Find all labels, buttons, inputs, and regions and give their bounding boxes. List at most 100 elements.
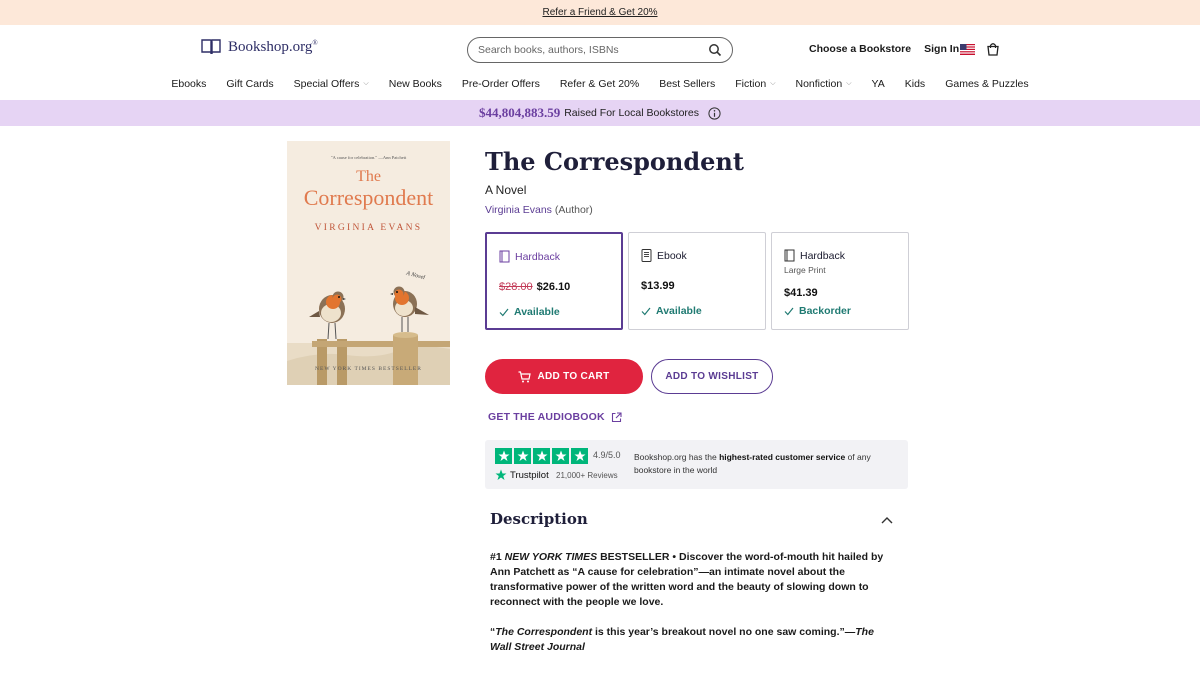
cover-author: VIRGINIA EVANS — [314, 223, 423, 233]
trustpilot-star-icon — [495, 448, 512, 464]
trustpilot-panel: 4.9/5.0 Trustpilot 21,000+ Reviews Books… — [485, 440, 908, 489]
format-option-2[interactable]: Ebook $13.99 Available — [628, 232, 766, 330]
check-icon — [784, 307, 794, 315]
nav-item-fiction[interactable]: Fiction ⌵ — [725, 75, 785, 93]
logo[interactable]: Bookshop.org® — [200, 38, 318, 56]
raised-banner: $44,804,883.59 Raised For Local Bookstor… — [0, 100, 1200, 126]
trustpilot-star-icon — [552, 448, 569, 464]
nav-item-label: Best Sellers — [659, 78, 716, 90]
nav-item-label: Fiction — [735, 78, 767, 90]
trust-text: Bookshop.org has the highest-rated custo… — [634, 452, 871, 475]
nav-item-label: Gift Cards — [226, 78, 274, 90]
promo-bar: Refer a Friend & Get 20% — [0, 0, 1200, 25]
format-availability: Available — [641, 305, 702, 317]
nav-item-label: Ebooks — [171, 78, 207, 90]
header: Bookshop.org® Choose a Bookstore Sign In — [0, 25, 1200, 75]
format-header: Hardback — [499, 250, 560, 263]
header-links: Choose a Bookstore Sign In — [809, 43, 959, 55]
search-input[interactable] — [478, 44, 708, 56]
trustpilot-star-icon — [571, 448, 588, 464]
add-to-wishlist-label: ADD TO WISHLIST — [665, 371, 759, 382]
logo-text: Bookshop.org® — [228, 38, 318, 55]
format-availability: Backorder — [784, 305, 851, 317]
search-box — [467, 37, 733, 63]
book-cover[interactable]: "A cause for celebration." —Ann Patchett… — [287, 141, 450, 385]
trustpilot-label: Trustpilot — [510, 469, 549, 481]
nav-item-special-offers[interactable]: Special Offers ⌵ — [284, 75, 379, 93]
nav-item-label: Kids — [904, 78, 926, 90]
ebook-icon — [641, 249, 652, 262]
nav-item-label: Refer & Get 20% — [559, 78, 640, 90]
format-option-3[interactable]: Hardback Large Print $41.39 Backorder — [771, 232, 909, 330]
format-header: Hardback — [784, 249, 845, 262]
format-header: Ebook — [641, 249, 687, 262]
author-role: (Author) — [554, 204, 593, 216]
format-note: Large Print — [784, 265, 826, 275]
nav-item-kids[interactable]: Kids — [895, 75, 935, 93]
availability-status: Available — [656, 305, 702, 317]
nav-item-new-books[interactable]: New Books — [379, 75, 452, 93]
nav-item-label: Pre-Order Offers — [461, 78, 540, 90]
author-link[interactable]: Virginia Evans — [485, 204, 552, 216]
nav-item-ya[interactable]: YA — [862, 75, 895, 93]
nav-item-gift-cards[interactable]: Gift Cards — [216, 75, 283, 93]
cart-icon — [518, 370, 532, 382]
format-option-1[interactable]: Hardback $28.00 $26.10 Available — [485, 232, 623, 330]
main-nav: Ebooks Gift Cards Special Offers ⌵ New Books… — [0, 75, 1200, 100]
nav-item-ebooks[interactable]: Ebooks — [161, 75, 216, 93]
sale-price: $13.99 — [641, 280, 675, 292]
sale-price: $26.10 — [536, 281, 571, 293]
nav-item-best-sellers[interactable]: Best Sellers — [649, 75, 725, 93]
availability-status: Backorder — [799, 305, 851, 317]
trustpilot-brand: Trustpilot — [495, 469, 549, 481]
format-name: Hardback — [800, 249, 845, 262]
book-icon — [499, 250, 510, 263]
book-title: The Correspondent — [485, 147, 744, 176]
nav-item-label: Games & Puzzles — [945, 78, 1029, 90]
description-paragraph-2: “The Correspondent is this year’s breako… — [490, 626, 874, 653]
nav-item-refer-get-20-[interactable]: Refer & Get 20% — [550, 75, 649, 93]
cover-quote: "A cause for celebration." —Ann Patchett — [330, 155, 407, 160]
trustpilot-star-icon — [495, 469, 507, 480]
format-name: Ebook — [657, 249, 687, 262]
search-icon[interactable] — [708, 43, 722, 57]
nav-item-label: New Books — [388, 78, 442, 90]
format-availability: Available — [499, 306, 560, 318]
shopping-bag-icon[interactable] — [986, 42, 1000, 56]
book-icon — [784, 249, 795, 262]
nav-item-label: Nonfiction — [795, 78, 843, 90]
us-flag-icon[interactable] — [960, 44, 975, 55]
nav-item-nonfiction[interactable]: Nonfiction ⌵ — [786, 75, 862, 93]
cover-title-line1: The — [356, 168, 381, 185]
raised-amount: $44,804,883.59 — [478, 105, 561, 120]
nav-item-pre-order-offers[interactable]: Pre-Order Offers — [452, 75, 550, 93]
list-price: $28.00 — [499, 281, 533, 293]
availability-status: Available — [514, 306, 560, 318]
nav-item-games-puzzles[interactable]: Games & Puzzles — [935, 75, 1038, 93]
nav-item-label: Special Offers — [293, 78, 360, 90]
sign-in-link[interactable]: Sign In — [924, 43, 959, 55]
trustpilot-stars — [495, 448, 588, 464]
check-icon — [641, 307, 651, 315]
nav-item-label: YA — [871, 78, 885, 90]
format-price: $13.99 — [641, 280, 675, 292]
add-to-cart-button[interactable]: ADD TO CART — [485, 359, 643, 394]
sale-price: $41.39 — [784, 287, 818, 299]
chevron-down-icon: ⌵ — [846, 80, 852, 87]
audiobook-label: GET THE AUDIOBOOK — [488, 411, 605, 423]
add-to-wishlist-button[interactable]: ADD TO WISHLIST — [651, 359, 773, 394]
info-icon[interactable] — [708, 106, 721, 120]
cover-title-line2: Correspondent — [303, 185, 434, 210]
raised-text: Raised For Local Bookstores — [564, 107, 700, 119]
check-icon — [499, 308, 509, 316]
get-audiobook-link[interactable]: GET THE AUDIOBOOK — [488, 411, 622, 423]
cover-bestseller: NEW YORK TIMES BESTSELLER — [315, 366, 422, 372]
chevron-up-icon[interactable] — [880, 513, 894, 527]
format-price: $28.00 $26.10 — [499, 281, 570, 293]
description-heading: Description — [490, 510, 588, 528]
chevron-down-icon: ⌵ — [363, 80, 369, 87]
description-body: #1 NEW YORK TIMES BESTSELLER • Discover … — [490, 550, 885, 670]
book-logo-icon — [201, 39, 221, 55]
choose-bookstore-link[interactable]: Choose a Bookstore — [809, 43, 911, 55]
refer-friend-link[interactable]: Refer a Friend & Get 20% — [542, 7, 657, 18]
